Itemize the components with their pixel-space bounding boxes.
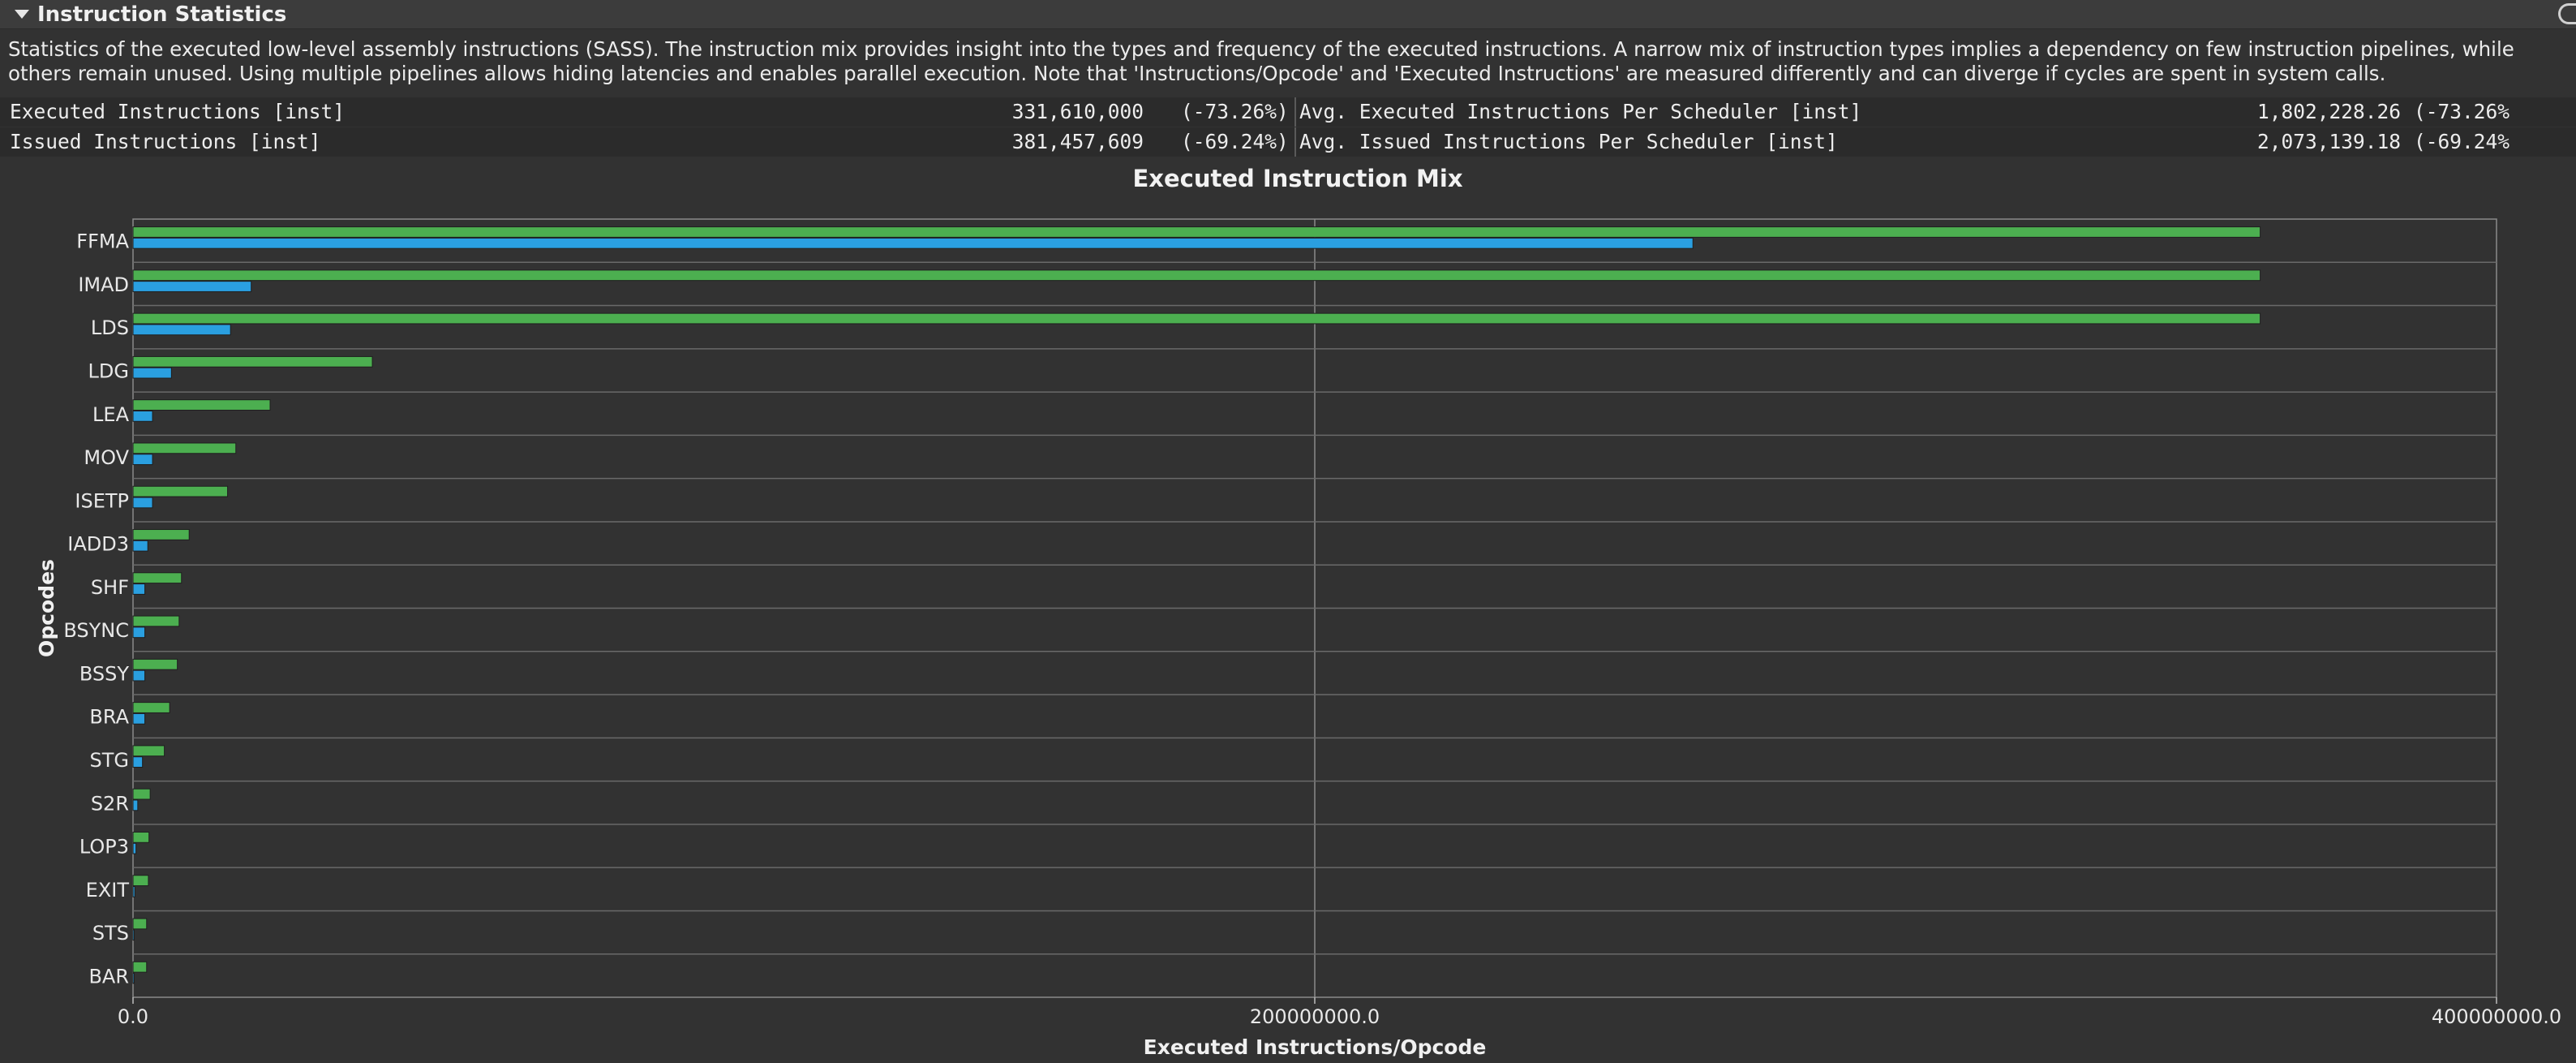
category-label: STG bbox=[90, 749, 130, 772]
bar bbox=[132, 312, 2261, 325]
category-label: IMAD bbox=[78, 273, 129, 296]
category-label: S2R bbox=[91, 792, 129, 815]
category-label: LDS bbox=[91, 316, 129, 339]
x-tick-label: 200000000.0 bbox=[1250, 1005, 1380, 1028]
bar bbox=[132, 702, 170, 713]
instruction-mix-chart[interactable]: FFMA IMAD LDS LDG LEA MOV ISETP IADD3 SHF BSYNC BS… bbox=[0, 203, 2576, 1063]
x-tick-label: 0.0 bbox=[118, 1005, 148, 1028]
metric-name: Avg. Issued Instructions Per Scheduler [… bbox=[1299, 130, 1838, 153]
metric-value: 381,457,609 bbox=[1011, 130, 1144, 153]
bar bbox=[132, 454, 153, 466]
bar bbox=[132, 529, 190, 540]
category-label: LOP3 bbox=[79, 836, 129, 859]
section-title: Instruction Statistics bbox=[37, 2, 287, 27]
metrics-divider bbox=[1294, 127, 1296, 157]
metric-name: Issued Instructions [inst] bbox=[10, 130, 321, 153]
refresh-icon[interactable] bbox=[2558, 3, 2576, 24]
y-axis-label: Opcodes bbox=[35, 559, 58, 657]
bar bbox=[132, 281, 252, 292]
collapse-triangle-icon[interactable] bbox=[15, 10, 29, 19]
category-label: MOV bbox=[84, 446, 129, 469]
bar bbox=[132, 615, 180, 627]
bar bbox=[132, 442, 237, 454]
category-label: ISETP bbox=[75, 489, 129, 512]
bar bbox=[132, 745, 165, 757]
metric-value: 1,802,228.26 bbox=[2256, 100, 2401, 123]
bar bbox=[132, 842, 137, 854]
bar bbox=[132, 583, 146, 595]
bar bbox=[132, 226, 2261, 238]
metric-value: 2,073,139.18 bbox=[2256, 130, 2401, 153]
section-header[interactable]: Instruction Statistics bbox=[0, 0, 2576, 29]
category-label: BAR bbox=[88, 965, 129, 988]
metric-delta: (-73.26% bbox=[2414, 100, 2510, 123]
metrics-row: Executed Instructions [inst] 331,610,000… bbox=[0, 97, 2576, 127]
bar bbox=[132, 410, 153, 422]
category-label: STS bbox=[92, 922, 129, 945]
bar bbox=[132, 658, 178, 670]
bar bbox=[132, 237, 1694, 249]
x-axis-label: Executed Instructions/Opcode bbox=[1144, 1035, 1487, 1059]
category-label: IADD3 bbox=[67, 533, 129, 556]
bar bbox=[132, 788, 151, 800]
category-label: LEA bbox=[92, 403, 130, 426]
metric-delta: (-73.26%) bbox=[1181, 100, 1289, 123]
bar bbox=[132, 669, 146, 682]
category-label: BSYNC bbox=[63, 619, 129, 642]
bar bbox=[132, 324, 231, 336]
bar bbox=[132, 626, 146, 639]
bar bbox=[132, 929, 135, 941]
bar bbox=[132, 918, 148, 930]
bar bbox=[132, 269, 2261, 282]
bar bbox=[132, 712, 146, 725]
category-label: SHF bbox=[91, 576, 129, 599]
x-tick-label: 400000000.0 bbox=[2432, 1005, 2561, 1028]
bar bbox=[132, 572, 182, 584]
section-description: Statistics of the executed low-level ass… bbox=[8, 37, 2514, 85]
metric-delta: (-69.24% bbox=[2414, 130, 2510, 153]
bar bbox=[132, 886, 135, 897]
category-label: FFMA bbox=[76, 230, 129, 253]
bar bbox=[132, 540, 148, 552]
chart-title: Executed Instruction Mix bbox=[1132, 165, 1463, 192]
bar bbox=[132, 355, 373, 368]
metric-delta: (-69.24%) bbox=[1181, 130, 1289, 153]
category-label: LDG bbox=[88, 359, 129, 382]
metrics-divider bbox=[1294, 97, 1296, 127]
bar bbox=[132, 756, 144, 768]
bar bbox=[132, 961, 148, 973]
category-label: BSSY bbox=[79, 662, 130, 685]
bar bbox=[132, 831, 150, 843]
bar bbox=[132, 497, 153, 509]
bar bbox=[132, 799, 139, 811]
bar bbox=[132, 485, 229, 497]
metrics-table: Executed Instructions [inst] 331,610,000… bbox=[0, 97, 2576, 157]
metric-value: 331,610,000 bbox=[1011, 100, 1144, 123]
bar bbox=[132, 972, 135, 984]
category-label: EXIT bbox=[86, 879, 130, 902]
metric-name: Avg. Executed Instructions Per Scheduler… bbox=[1299, 100, 1862, 123]
metric-name: Executed Instructions [inst] bbox=[10, 100, 346, 123]
bar bbox=[132, 367, 172, 379]
category-label: BRA bbox=[89, 706, 129, 729]
bar bbox=[132, 875, 149, 887]
bar bbox=[132, 399, 271, 411]
metrics-row: Issued Instructions [inst] 381,457,609 (… bbox=[0, 127, 2576, 157]
